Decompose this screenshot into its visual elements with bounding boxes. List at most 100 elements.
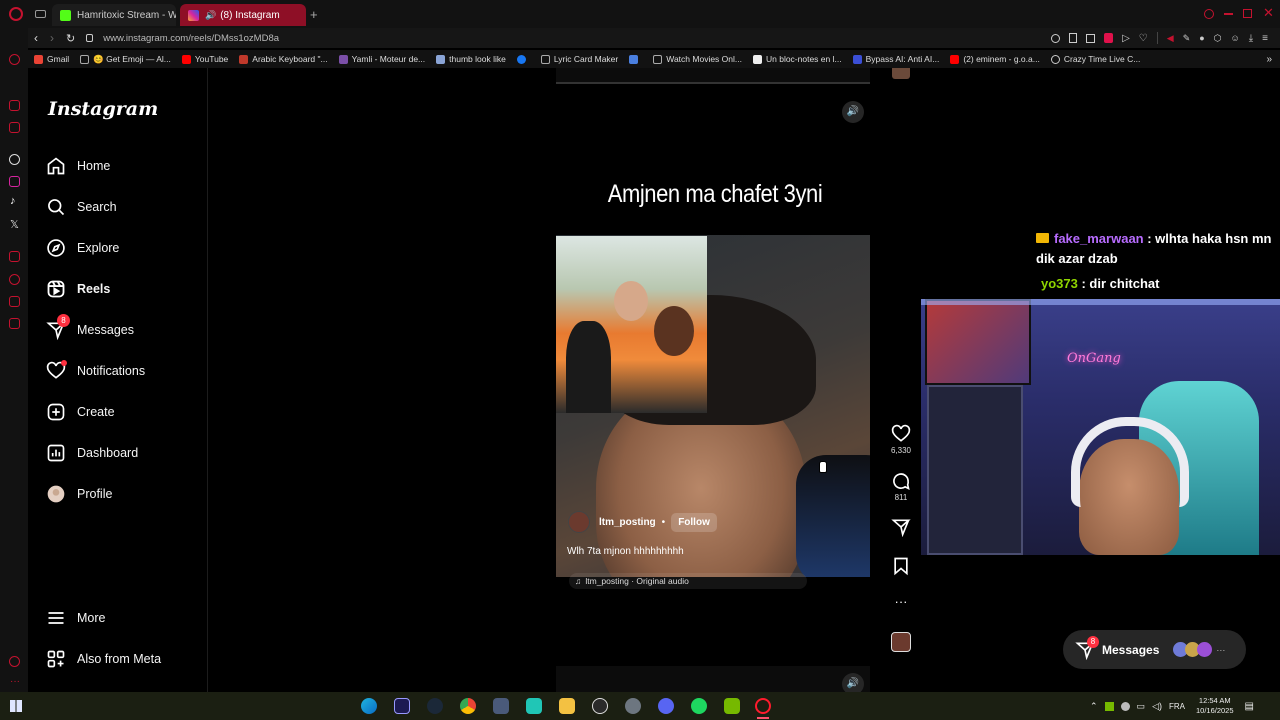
profile-icon[interactable]: ☺	[1231, 33, 1240, 43]
file-explorer-taskbar-icon[interactable]	[559, 698, 575, 714]
steam-taskbar-icon[interactable]	[427, 698, 443, 714]
reload-icon[interactable]: ↻	[66, 32, 75, 45]
snapshot-icon[interactable]	[1086, 33, 1096, 43]
reel-mute-button[interactable]: 🔊	[842, 101, 864, 123]
save-button[interactable]	[889, 556, 913, 578]
notifications-icon[interactable]: ▤	[1245, 701, 1254, 712]
news-sidebar-icon[interactable]	[9, 122, 20, 133]
extensions-icon[interactable]: ⬡	[1214, 33, 1222, 44]
new-tab-button[interactable]: +	[310, 7, 318, 22]
nav-notifications[interactable]: Notifications	[46, 360, 145, 381]
reel-audio[interactable]: ♫ ltm_posting · Original audio	[569, 573, 807, 589]
bookmark-youtube[interactable]: YouTube	[181, 54, 228, 64]
x-sidebar-icon[interactable]: 𝕏	[10, 218, 19, 231]
menu-icon[interactable]: ≡	[1262, 33, 1268, 44]
url-field[interactable]: www.instagram.com/reels/DMss1ozMD8a	[103, 33, 279, 44]
edge-taskbar-icon[interactable]	[361, 698, 377, 714]
app-taskbar-icon[interactable]	[493, 698, 509, 714]
whatsapp-sidebar-icon[interactable]	[9, 100, 20, 111]
chrome-taskbar-icon[interactable]	[460, 698, 476, 714]
share-button[interactable]	[889, 517, 913, 539]
player-icon[interactable]: ▷	[1122, 33, 1130, 44]
nav-create[interactable]: Create	[46, 402, 115, 422]
bookmark-eminem[interactable]: (2) eminem - g.o.a...	[950, 54, 1040, 64]
nav-profile[interactable]: Profile	[46, 484, 112, 504]
bookmark-crazy-time[interactable]: Crazy Time Live C...	[1050, 54, 1140, 64]
tiktok-sidebar-icon[interactable]: ♪	[10, 195, 16, 207]
more-sidebar-icon[interactable]: ···	[10, 676, 20, 687]
nav-explore[interactable]: Explore	[46, 238, 119, 258]
nav-search[interactable]: Search	[46, 197, 117, 217]
download-icon[interactable]: ⤓	[1249, 33, 1253, 44]
windows-start-icon[interactable]	[10, 700, 22, 712]
tray-overflow-icon[interactable]: ⌃	[1090, 701, 1098, 712]
nvidia-taskbar-icon[interactable]	[724, 698, 740, 714]
author-avatar[interactable]	[568, 511, 590, 533]
speaker-icon[interactable]: ◀	[1167, 33, 1174, 44]
bookmark-yamli[interactable]: Yamli - Moteur de...	[338, 54, 425, 64]
comment-button[interactable]: 811	[889, 471, 913, 502]
audio-thumbnail[interactable]	[891, 632, 911, 652]
settings-sidebar-icon[interactable]	[9, 656, 20, 667]
bookmarks-overflow-icon[interactable]: »	[1266, 54, 1272, 65]
like-button[interactable]: 6,330	[889, 424, 913, 455]
restore-button[interactable]	[1243, 9, 1252, 18]
vpn-icon[interactable]	[1104, 33, 1114, 43]
minimize-button[interactable]	[1224, 13, 1233, 15]
pin-sidebar-icon[interactable]	[9, 251, 20, 262]
opera-taskbar-icon[interactable]	[755, 698, 771, 714]
author-username[interactable]: ltm_posting	[599, 517, 656, 528]
bookmark-lyric-card[interactable]: Lyric Card Maker	[540, 54, 618, 64]
messenger-sidebar-icon[interactable]	[9, 54, 20, 65]
volume-icon[interactable]: ◁)	[1152, 701, 1162, 712]
bookmark-watch-movies[interactable]: Watch Movies Onl...	[653, 54, 742, 64]
close-button[interactable]: ✕	[1263, 5, 1274, 21]
bookmark-gmail[interactable]: Gmail	[34, 54, 69, 64]
extensions-sidebar-icon[interactable]	[9, 318, 20, 329]
clock[interactable]: 12:54 AM 10/16/2025	[1196, 696, 1234, 716]
tab-switcher-icon[interactable]	[35, 10, 46, 18]
tray-discord-icon[interactable]	[1120, 701, 1130, 711]
bookmark-docs[interactable]	[629, 54, 642, 64]
bookmark-thumb[interactable]: thumb look like	[436, 54, 506, 64]
pin-icon[interactable]	[1069, 33, 1078, 43]
instagram-sidebar-icon[interactable]	[9, 176, 20, 187]
app2-taskbar-icon[interactable]	[625, 698, 641, 714]
discord-taskbar-icon[interactable]	[658, 698, 674, 714]
forward-icon[interactable]: ›	[50, 31, 54, 45]
bookmark-bloc-notes[interactable]: Un bloc-notes en l...	[752, 54, 842, 64]
nav-reels[interactable]: Reels	[46, 279, 110, 299]
reel-caption[interactable]: Wlh 7ta mjnon hhhhhhhhh	[567, 546, 684, 557]
history-sidebar-icon[interactable]	[9, 274, 20, 285]
chatgpt-sidebar-icon[interactable]	[9, 154, 20, 165]
nav-dashboard[interactable]: Dashboard	[46, 443, 138, 463]
tab-hamritoxic[interactable]: Hamritoxic Stream - Watc	[52, 4, 176, 26]
back-icon[interactable]: ‹	[34, 31, 38, 45]
nav-more[interactable]: More	[46, 608, 105, 628]
search-tabs-icon[interactable]	[1204, 9, 1214, 19]
follow-button[interactable]: Follow	[671, 512, 717, 532]
nav-also-from-meta[interactable]: Also from Meta	[46, 649, 161, 669]
bookmark-get-emoji[interactable]: 😊 Get Emoji — Al...	[80, 54, 171, 65]
nav-messages[interactable]: Messages 8	[46, 314, 134, 340]
bookmark-bypass-ai[interactable]: Bypass AI: Anti AI...	[852, 54, 939, 64]
premiere-taskbar-icon[interactable]	[394, 698, 410, 714]
obs-taskbar-icon[interactable]	[592, 698, 608, 714]
zoom-icon[interactable]	[1051, 33, 1061, 43]
more-options-button[interactable]: ···	[889, 594, 913, 610]
downloads-sidebar-icon[interactable]	[9, 296, 20, 307]
language-indicator[interactable]: FRA	[1169, 702, 1185, 711]
bookmark-facebook[interactable]	[516, 54, 530, 64]
bookmark-arabic-keyboard[interactable]: Arabic Keyboard "...	[239, 54, 328, 64]
network-icon[interactable]: ▭	[1137, 701, 1146, 712]
top-reel-author-thumb[interactable]	[892, 68, 910, 79]
lightbulb-icon[interactable]: ●	[1199, 33, 1204, 43]
tab-instagram[interactable]: 🔊 (8) Instagram	[180, 4, 306, 26]
spotify-taskbar-icon[interactable]	[691, 698, 707, 714]
opera-logo-icon[interactable]	[9, 7, 23, 21]
instagram-logo[interactable]: Instagram	[48, 98, 158, 120]
nav-home[interactable]: Home	[46, 156, 110, 176]
messages-pill[interactable]: 8 Messages ···	[1063, 630, 1246, 669]
heart-bookmark-icon[interactable]: ♡	[1139, 33, 1148, 44]
aria-icon[interactable]: ✎	[1183, 33, 1191, 44]
